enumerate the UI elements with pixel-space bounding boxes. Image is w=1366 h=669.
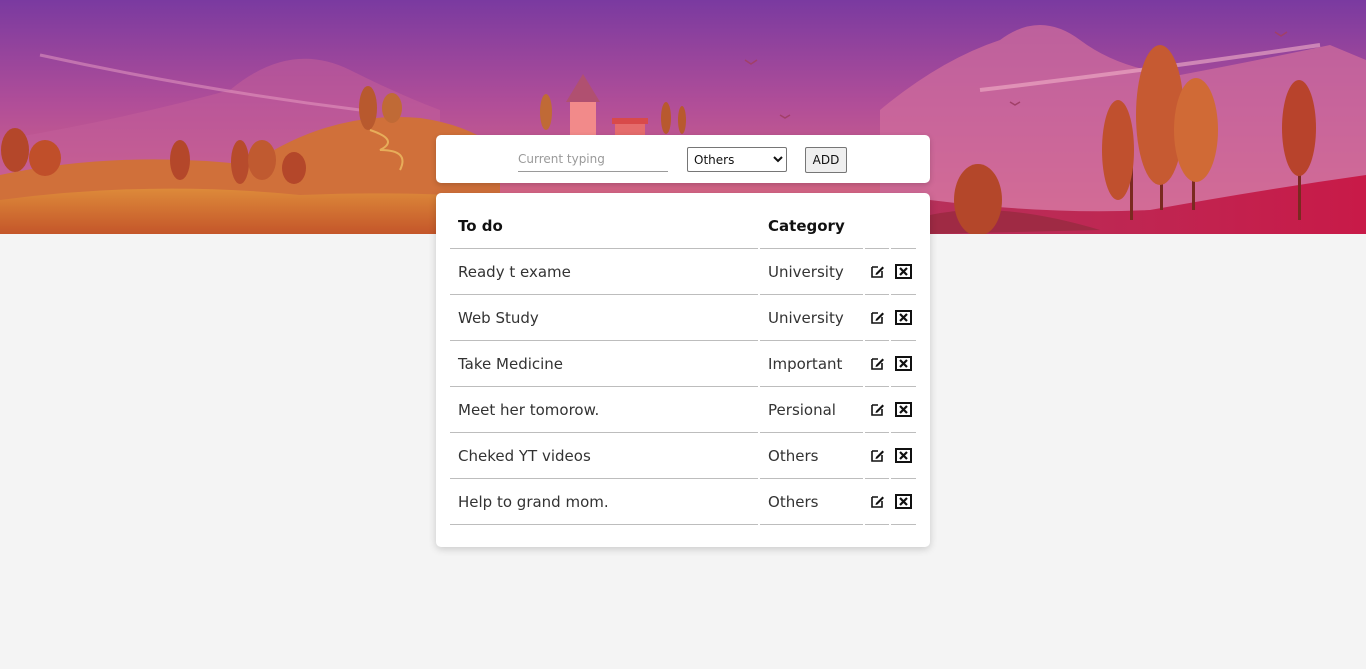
table-row: Meet her tomorow. Persional <box>450 387 916 433</box>
add-button[interactable]: ADD <box>805 147 847 173</box>
todo-category: Others <box>760 479 863 525</box>
todo-table: To do Category Ready t exame University <box>448 203 918 525</box>
todo-category: University <box>760 249 863 295</box>
category-select[interactable]: Others <box>687 147 787 172</box>
header-edit-spacer <box>864 203 890 249</box>
edit-cell <box>864 341 890 387</box>
todo-task: Cheked YT videos <box>450 433 759 479</box>
edit-cell <box>864 295 890 341</box>
edit-cell <box>864 387 890 433</box>
todo-task: Help to grand mom. <box>450 479 759 525</box>
table-row: Ready t exame University <box>450 249 916 295</box>
delete-icon[interactable] <box>892 490 916 514</box>
delete-cell <box>891 433 916 479</box>
delete-icon[interactable] <box>892 260 916 284</box>
todo-category: University <box>760 295 863 341</box>
header-todo: To do <box>450 203 759 249</box>
table-row: Cheked YT videos Others <box>450 433 916 479</box>
edit-cell <box>864 479 890 525</box>
edit-icon[interactable] <box>865 444 889 468</box>
delete-cell <box>891 341 916 387</box>
table-header-row: To do Category <box>450 203 916 249</box>
delete-cell <box>891 479 916 525</box>
todo-category: Persional <box>760 387 863 433</box>
header-delete-spacer <box>891 203 916 249</box>
todo-task: Meet her tomorow. <box>450 387 759 433</box>
edit-icon[interactable] <box>865 490 889 514</box>
add-todo-form: Others ADD <box>436 135 930 183</box>
edit-icon[interactable] <box>865 398 889 422</box>
todo-list-card: To do Category Ready t exame University <box>436 193 930 547</box>
todo-task: Ready t exame <box>450 249 759 295</box>
delete-icon[interactable] <box>892 306 916 330</box>
todo-task: Web Study <box>450 295 759 341</box>
table-row: Help to grand mom. Others <box>450 479 916 525</box>
todo-category: Important <box>760 341 863 387</box>
delete-cell <box>891 295 916 341</box>
delete-icon[interactable] <box>892 352 916 376</box>
todo-text-input[interactable] <box>518 147 668 172</box>
delete-cell <box>891 249 916 295</box>
delete-cell <box>891 387 916 433</box>
edit-cell <box>864 433 890 479</box>
edit-icon[interactable] <box>865 306 889 330</box>
delete-icon[interactable] <box>892 444 916 468</box>
table-row: Take Medicine Important <box>450 341 916 387</box>
edit-cell <box>864 249 890 295</box>
edit-icon[interactable] <box>865 352 889 376</box>
edit-icon[interactable] <box>865 260 889 284</box>
todo-category: Others <box>760 433 863 479</box>
todo-task: Take Medicine <box>450 341 759 387</box>
delete-icon[interactable] <box>892 398 916 422</box>
table-row: Web Study University <box>450 295 916 341</box>
header-category: Category <box>760 203 863 249</box>
